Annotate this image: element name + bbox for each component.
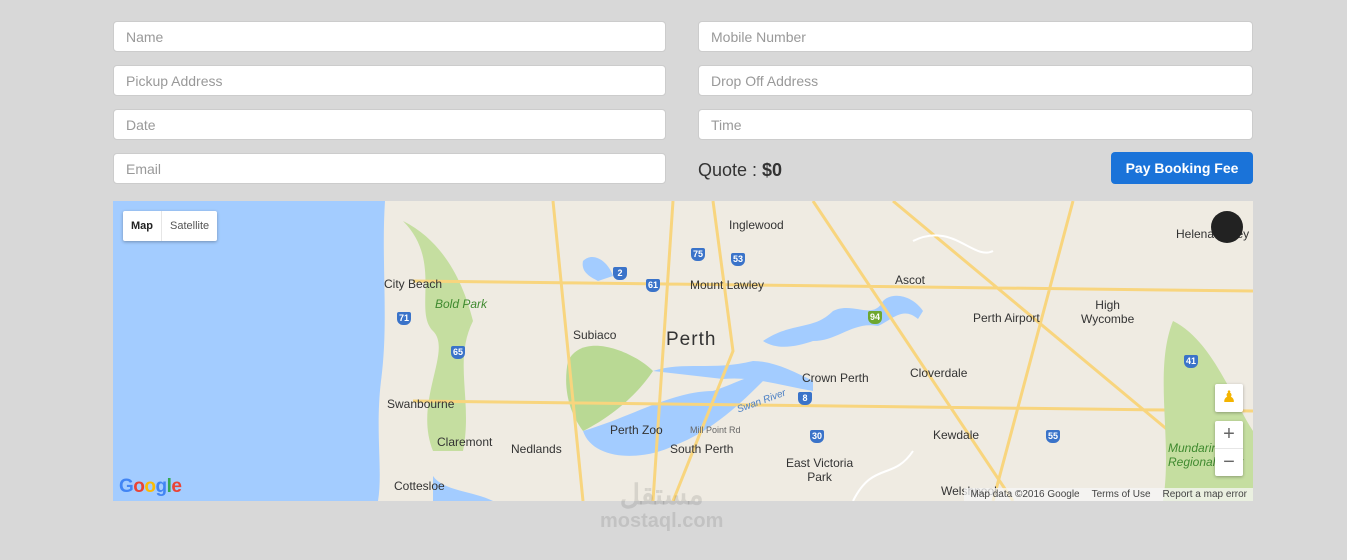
map-label: Perth	[666, 329, 717, 350]
map-label: South Perth	[670, 442, 734, 456]
pegman-icon[interactable]: ♟	[1215, 384, 1243, 412]
map-label: Cottesloe	[394, 479, 445, 493]
map-footer: Map data ©2016 Google Terms of Use Repor…	[964, 488, 1253, 501]
map-label: Crown Perth	[802, 371, 869, 385]
highway-shield: 41	[1184, 355, 1198, 368]
date-input[interactable]: Date	[113, 109, 666, 140]
map-label: Mount Lawley	[690, 278, 765, 292]
watermark: مستقل mostaql.com	[600, 480, 723, 533]
highway-shield: 30	[810, 430, 824, 443]
map-tiles	[113, 201, 1253, 501]
time-input[interactable]: Time	[698, 109, 1253, 140]
map-label: Swanbourne	[387, 397, 455, 411]
map-type-map-button[interactable]: Map	[123, 211, 162, 241]
map-label: Claremont	[437, 435, 493, 449]
pay-booking-fee-button[interactable]: Pay Booking Fee	[1111, 152, 1253, 184]
quote-value: $0	[762, 160, 783, 180]
map-attribution: Map data ©2016 Google	[970, 489, 1080, 500]
highway-shield: 75	[691, 248, 705, 261]
map-label: East Victoria Park	[786, 456, 854, 484]
fullscreen-avatar-icon[interactable]	[1211, 211, 1243, 243]
map-label: Mill Point Rd	[690, 425, 741, 435]
map-label: Ascot	[895, 273, 926, 287]
map-label: Kewdale	[933, 428, 980, 442]
name-input[interactable]: Name	[113, 21, 666, 52]
highway-shield: 71	[397, 312, 411, 325]
map-label: City Beach	[384, 277, 443, 291]
watermark-arabic: مستقل	[619, 479, 704, 510]
terms-of-use-link[interactable]: Terms of Use	[1092, 489, 1151, 500]
map-label: Subiaco	[573, 328, 617, 342]
map-label: Perth Airport	[973, 311, 1040, 325]
zoom-control: + −	[1215, 421, 1243, 476]
map[interactable]: Inglewood Mount Lawley City Beach Bold P…	[113, 201, 1253, 501]
pickup-address-input[interactable]: Pickup Address	[113, 65, 666, 96]
watermark-latin: mostaql.com	[600, 510, 724, 532]
zoom-in-button[interactable]: +	[1215, 421, 1243, 449]
highway-shield: 61	[646, 279, 660, 292]
map-label: Cloverdale	[910, 366, 968, 380]
highway-shield: 65	[451, 346, 465, 359]
email-input[interactable]: Email	[113, 153, 666, 184]
zoom-out-button[interactable]: −	[1215, 449, 1243, 476]
map-type-control: Map Satellite	[123, 211, 218, 241]
map-label: High Wycombe	[1081, 298, 1135, 326]
mobile-number-input[interactable]: Mobile Number	[698, 21, 1253, 52]
report-map-error-link[interactable]: Report a map error	[1163, 489, 1247, 500]
map-label: Nedlands	[511, 442, 562, 456]
quote: Quote : $0	[698, 160, 782, 181]
highway-shield: 8	[798, 392, 812, 405]
map-label: Inglewood	[729, 218, 784, 232]
google-logo: Google	[119, 476, 182, 497]
highway-shield: 2	[613, 267, 627, 280]
quote-label: Quote :	[698, 160, 763, 180]
map-label: Perth Zoo	[610, 423, 663, 437]
highway-shield: 94	[868, 311, 882, 324]
map-label: Bold Park	[435, 297, 488, 311]
highway-shield: 53	[731, 253, 745, 266]
map-type-satellite-button[interactable]: Satellite	[162, 211, 217, 241]
dropoff-address-input[interactable]: Drop Off Address	[698, 65, 1253, 96]
highway-shield: 55	[1046, 430, 1060, 443]
